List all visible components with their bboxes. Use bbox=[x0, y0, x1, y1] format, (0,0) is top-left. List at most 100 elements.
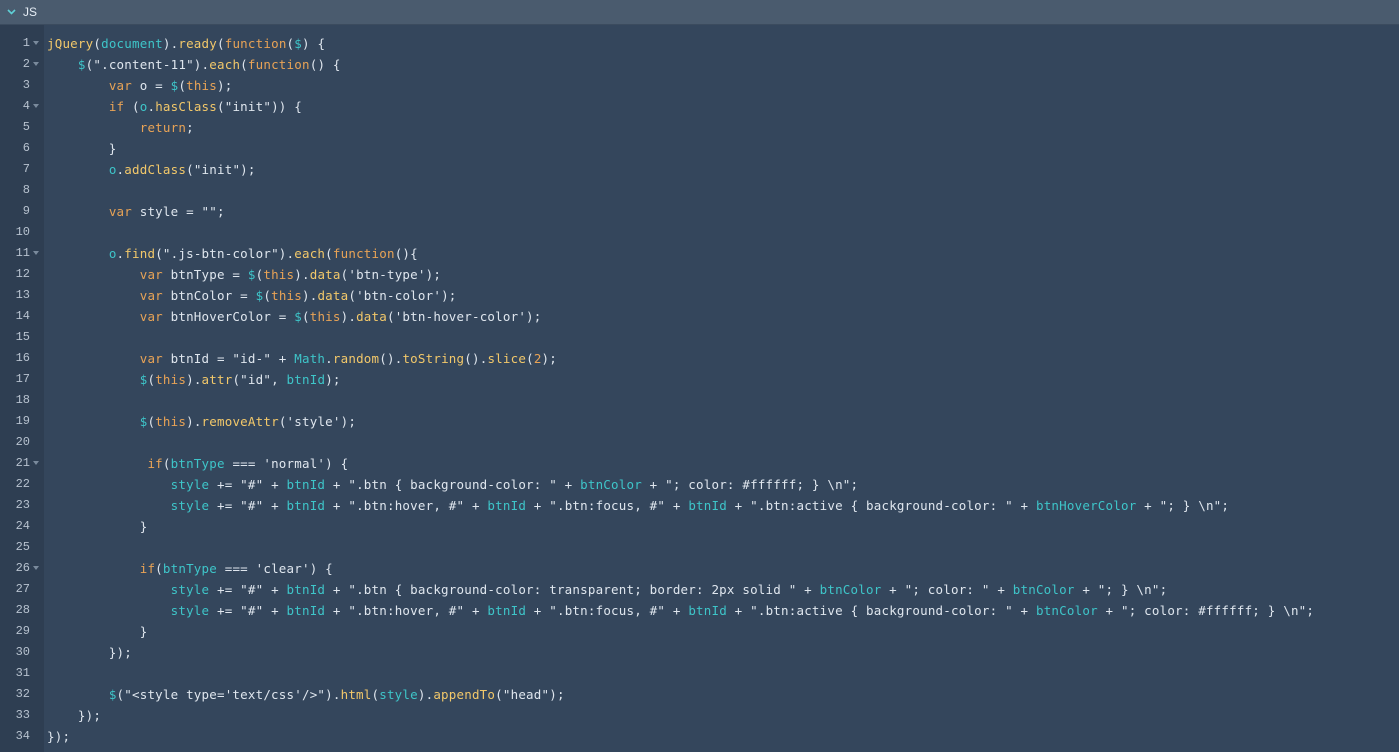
code-token: btnId bbox=[487, 603, 527, 618]
code-line[interactable]: 12 var btnType = $(this).data('btn-type'… bbox=[0, 264, 1399, 285]
code-line[interactable]: 10 bbox=[0, 222, 1399, 243]
code-token: ( bbox=[325, 246, 333, 261]
code-line[interactable]: 25 bbox=[0, 537, 1399, 558]
code-line[interactable]: 33 }); bbox=[0, 705, 1399, 726]
code-token: ( bbox=[178, 78, 187, 93]
code-token: += "#" + bbox=[209, 582, 287, 597]
code-line[interactable]: 7 o.addClass("init"); bbox=[0, 159, 1399, 180]
code-token: btnId bbox=[688, 603, 727, 618]
code-editor[interactable]: 1 jQuery(document).ready(function($) {2 $… bbox=[0, 25, 1399, 752]
code-token: ); bbox=[541, 351, 557, 366]
code-token: + "; color: #ffffff; } \n"; bbox=[641, 477, 859, 492]
code-line[interactable]: 17 $(this).attr("id", btnId); bbox=[0, 369, 1399, 390]
fold-arrow-icon[interactable] bbox=[33, 62, 39, 66]
fold-arrow-icon[interactable] bbox=[33, 461, 39, 465]
line-number: 3 bbox=[22, 78, 30, 92]
code-line[interactable]: 5 return; bbox=[0, 117, 1399, 138]
code-line[interactable]: 30 }); bbox=[0, 642, 1399, 663]
code-token: + ".btn:focus, #" + bbox=[526, 498, 689, 513]
code-token: this bbox=[309, 309, 341, 324]
code-token: + "; color: " + bbox=[881, 582, 1013, 597]
line-number: 27 bbox=[15, 582, 30, 596]
line-number: 11 bbox=[15, 246, 30, 260]
code-text: o.find(".js-btn-color").each(function(){ bbox=[47, 243, 418, 264]
code-line[interactable]: 34}); bbox=[0, 726, 1399, 747]
code-token: if bbox=[108, 99, 125, 114]
code-token: $ bbox=[247, 267, 256, 282]
code-line[interactable]: 26 if(btnType === 'clear') { bbox=[0, 558, 1399, 579]
code-token: ). bbox=[162, 36, 179, 51]
code-line[interactable]: 28 style += "#" + btnId + ".btn:hover, #… bbox=[0, 600, 1399, 621]
code-line[interactable]: 3 var o = $(this); bbox=[0, 75, 1399, 96]
code-token: ('btn-type'); bbox=[340, 267, 442, 282]
code-line[interactable]: 15 bbox=[0, 327, 1399, 348]
code-token: style bbox=[170, 603, 210, 618]
fold-arrow-icon[interactable] bbox=[33, 41, 39, 45]
code-token: ( bbox=[124, 99, 140, 114]
line-number: 22 bbox=[15, 477, 30, 491]
code-text: style += "#" + btnId + ".btn { backgroun… bbox=[47, 579, 1167, 600]
fold-arrow-icon[interactable] bbox=[33, 251, 39, 255]
code-line[interactable]: 29 } bbox=[0, 621, 1399, 642]
code-text: if(btnType === 'clear') { bbox=[47, 558, 333, 579]
code-line[interactable]: 19 $(this).removeAttr('style'); bbox=[0, 411, 1399, 432]
fold-arrow-icon[interactable] bbox=[33, 104, 39, 108]
code-token: ( bbox=[155, 561, 163, 576]
line-number: 26 bbox=[15, 561, 30, 575]
code-line[interactable]: 27 style += "#" + btnId + ".btn { backgr… bbox=[0, 579, 1399, 600]
chevron-down-icon[interactable] bbox=[6, 7, 17, 18]
code-token: function bbox=[224, 36, 287, 51]
code-line[interactable]: 9 var style = ""; bbox=[0, 201, 1399, 222]
code-token: btnColor bbox=[1012, 582, 1075, 597]
line-number: 13 bbox=[15, 288, 30, 302]
code-token: random bbox=[332, 351, 380, 366]
code-text: var btnId = "id-" + Math.random().toStri… bbox=[47, 348, 557, 369]
code-text: }); bbox=[47, 705, 101, 726]
fold-arrow-icon[interactable] bbox=[33, 566, 39, 570]
code-line[interactable]: 16 var btnId = "id-" + Math.random().toS… bbox=[0, 348, 1399, 369]
code-token: ready bbox=[178, 36, 217, 51]
code-token: o = bbox=[132, 78, 171, 93]
code-token: $ bbox=[294, 36, 303, 51]
code-lines: 1 jQuery(document).ready(function($) {2 $… bbox=[0, 33, 1399, 747]
code-line[interactable]: 4 if (o.hasClass("init")) { bbox=[0, 96, 1399, 117]
code-line[interactable]: 14 var btnHoverColor = $(this).data('btn… bbox=[0, 306, 1399, 327]
code-token: o bbox=[108, 246, 117, 261]
code-line[interactable]: 18 bbox=[0, 390, 1399, 411]
code-line[interactable]: 23 style += "#" + btnId + ".btn:hover, #… bbox=[0, 495, 1399, 516]
code-text: style += "#" + btnId + ".btn { backgroun… bbox=[47, 474, 858, 495]
code-line[interactable]: 13 var btnColor = $(this).data('btn-colo… bbox=[0, 285, 1399, 306]
code-line[interactable]: 11 o.find(".js-btn-color").each(function… bbox=[0, 243, 1399, 264]
panel-header[interactable]: JS bbox=[0, 0, 1399, 25]
line-number: 1 bbox=[22, 36, 30, 50]
code-line[interactable]: 31 bbox=[0, 663, 1399, 684]
code-line[interactable]: 2 $(".content-11").each(function() { bbox=[0, 54, 1399, 75]
code-token: jQuery bbox=[47, 36, 94, 51]
panel-title: JS bbox=[23, 5, 38, 19]
code-line[interactable]: 24 } bbox=[0, 516, 1399, 537]
code-token: this bbox=[155, 372, 187, 387]
code-token: style bbox=[170, 582, 210, 597]
line-number: 6 bbox=[22, 141, 30, 155]
code-token: } bbox=[47, 624, 148, 639]
code-line[interactable]: 21 if(btnType === 'normal') { bbox=[0, 453, 1399, 474]
code-token: + ".btn:hover, #" + bbox=[325, 498, 488, 513]
code-line[interactable]: 20 bbox=[0, 432, 1399, 453]
code-line[interactable]: 32 $("<style type='text/css'/>").html(st… bbox=[0, 684, 1399, 705]
line-number: 12 bbox=[15, 267, 30, 281]
code-line[interactable]: 1 jQuery(document).ready(function($) { bbox=[0, 33, 1399, 54]
code-token: } bbox=[47, 519, 148, 534]
code-line[interactable]: 8 bbox=[0, 180, 1399, 201]
code-token: btnType bbox=[170, 456, 225, 471]
code-token: ). bbox=[294, 267, 310, 282]
code-line[interactable]: 22 style += "#" + btnId + ".btn { backgr… bbox=[0, 474, 1399, 495]
code-line[interactable]: 6 } bbox=[0, 138, 1399, 159]
code-text: var btnHoverColor = $(this).data('btn-ho… bbox=[47, 306, 542, 327]
